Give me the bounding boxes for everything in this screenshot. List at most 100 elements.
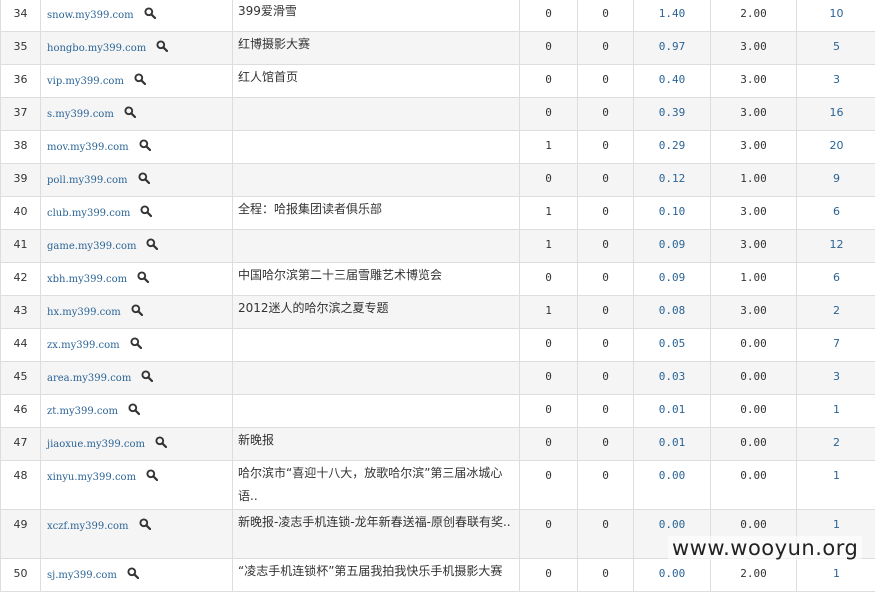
- count-cell-1: 0: [520, 329, 578, 362]
- domain-link[interactable]: jiaoxue.my399.com: [47, 439, 145, 450]
- table-row: 35hongbo.my399.com红博摄影大赛000.973.005: [1, 32, 875, 65]
- domain-link[interactable]: zx.my399.com: [47, 340, 120, 351]
- domain-link[interactable]: xbh.my399.com: [47, 274, 127, 285]
- count-cell-1: 0: [520, 461, 578, 510]
- search-icon[interactable]: [128, 403, 140, 418]
- subdomain-table: 34snow.my399.com399爱滑雪001.402.001035hong…: [0, 0, 875, 592]
- rank-cell: 35: [1, 32, 41, 65]
- domain-link[interactable]: poll.my399.com: [47, 175, 128, 186]
- search-icon[interactable]: [156, 40, 168, 55]
- pages-link-cell[interactable]: 2: [797, 428, 875, 461]
- table-row: 42xbh.my399.com中国哈尔滨第二十三届雪雕艺术博览会000.091.…: [1, 263, 875, 296]
- value-cell: 3.00: [711, 98, 797, 131]
- count-cell-2: 0: [578, 131, 634, 164]
- domain-link[interactable]: hx.my399.com: [47, 307, 121, 318]
- title-cell: 新晚报-凌志手机连锁-龙年新春送福-原创春联有奖..: [233, 510, 520, 559]
- pages-link-cell[interactable]: 1: [797, 559, 875, 592]
- search-icon[interactable]: [140, 205, 152, 220]
- domain-cell: hx.my399.com: [41, 296, 233, 329]
- pages-link-cell[interactable]: 7: [797, 329, 875, 362]
- table-row: 37s.my399.com000.393.0016: [1, 98, 875, 131]
- pages-link-cell[interactable]: 3: [797, 362, 875, 395]
- domain-link[interactable]: xczf.my399.com: [47, 521, 129, 532]
- count-cell-1: 1: [520, 131, 578, 164]
- rank-cell: 50: [1, 559, 41, 592]
- domain-link[interactable]: game.my399.com: [47, 241, 136, 252]
- search-icon[interactable]: [146, 469, 158, 484]
- score-cell: 0.39: [634, 98, 711, 131]
- count-cell-1: 0: [520, 559, 578, 592]
- value-cell: 0.00: [711, 461, 797, 510]
- rank-cell: 49: [1, 510, 41, 559]
- search-icon[interactable]: [130, 337, 142, 352]
- score-cell: 0.00: [634, 461, 711, 510]
- count-cell-1: 0: [520, 164, 578, 197]
- domain-link[interactable]: sj.my399.com: [47, 570, 117, 581]
- pages-link-cell[interactable]: 3: [797, 65, 875, 98]
- table-row: 44zx.my399.com000.050.007: [1, 329, 875, 362]
- domain-link[interactable]: mov.my399.com: [47, 142, 129, 153]
- count-cell-1: 0: [520, 65, 578, 98]
- count-cell-1: 0: [520, 510, 578, 559]
- pages-link-cell[interactable]: 1: [797, 395, 875, 428]
- title-text: 2012迷人的哈尔滨之夏专题: [238, 297, 515, 320]
- domain-cell: zx.my399.com: [41, 329, 233, 362]
- table-row: 46zt.my399.com000.010.001: [1, 395, 875, 428]
- domain-link[interactable]: s.my399.com: [47, 109, 114, 120]
- search-icon[interactable]: [155, 436, 167, 451]
- value-cell: 3.00: [711, 32, 797, 65]
- pages-link-cell[interactable]: 16: [797, 98, 875, 131]
- search-icon[interactable]: [137, 271, 149, 286]
- domain-cell: zt.my399.com: [41, 395, 233, 428]
- score-cell: 0.97: [634, 32, 711, 65]
- count-cell-1: 0: [520, 32, 578, 65]
- title-cell: [233, 362, 520, 395]
- title-text: 红人馆首页: [238, 66, 515, 89]
- title-text: 399爱滑雪: [238, 0, 515, 23]
- pages-link-cell[interactable]: 12: [797, 230, 875, 263]
- domain-link[interactable]: hongbo.my399.com: [47, 43, 146, 54]
- pages-link-cell[interactable]: 10: [797, 0, 875, 32]
- score-cell: 0.10: [634, 197, 711, 230]
- domain-link[interactable]: club.my399.com: [47, 208, 130, 219]
- pages-link-cell[interactable]: 2: [797, 296, 875, 329]
- domain-link[interactable]: vip.my399.com: [47, 76, 124, 87]
- search-icon[interactable]: [144, 7, 156, 22]
- count-cell-1: 0: [520, 0, 578, 32]
- title-cell: 哈尔滨市“喜迎十八大，放歌哈尔滨”第三届冰城心语..: [233, 461, 520, 510]
- search-icon[interactable]: [141, 370, 153, 385]
- score-cell: 0.12: [634, 164, 711, 197]
- search-icon[interactable]: [138, 172, 150, 187]
- pages-link-cell[interactable]: 9: [797, 164, 875, 197]
- value-cell: 2.00: [711, 559, 797, 592]
- title-text: 新晚报: [238, 429, 515, 452]
- count-cell-1: 0: [520, 428, 578, 461]
- pages-link-cell[interactable]: 20: [797, 131, 875, 164]
- pages-link-cell[interactable]: 6: [797, 197, 875, 230]
- title-cell: [233, 329, 520, 362]
- search-icon[interactable]: [124, 106, 136, 121]
- score-cell: 0.01: [634, 395, 711, 428]
- pages-link-cell[interactable]: 1: [797, 461, 875, 510]
- domain-link[interactable]: zt.my399.com: [47, 406, 118, 417]
- domain-link[interactable]: xinyu.my399.com: [47, 472, 136, 483]
- count-cell-2: 0: [578, 197, 634, 230]
- pages-link-cell[interactable]: 5: [797, 32, 875, 65]
- search-icon[interactable]: [139, 518, 151, 533]
- domain-link[interactable]: snow.my399.com: [47, 10, 134, 21]
- rank-cell: 46: [1, 395, 41, 428]
- search-icon[interactable]: [131, 304, 143, 319]
- value-cell: 0.00: [711, 395, 797, 428]
- search-icon[interactable]: [127, 567, 139, 582]
- rank-cell: 38: [1, 131, 41, 164]
- rank-cell: 40: [1, 197, 41, 230]
- domain-cell: snow.my399.com: [41, 0, 233, 32]
- search-icon[interactable]: [139, 139, 151, 154]
- rank-cell: 48: [1, 461, 41, 510]
- title-text: 哈尔滨市“喜迎十八大，放歌哈尔滨”第三届冰城心语..: [238, 462, 515, 508]
- domain-link[interactable]: area.my399.com: [47, 373, 131, 384]
- value-cell: 0.00: [711, 329, 797, 362]
- search-icon[interactable]: [146, 238, 158, 253]
- pages-link-cell[interactable]: 6: [797, 263, 875, 296]
- search-icon[interactable]: [134, 73, 146, 88]
